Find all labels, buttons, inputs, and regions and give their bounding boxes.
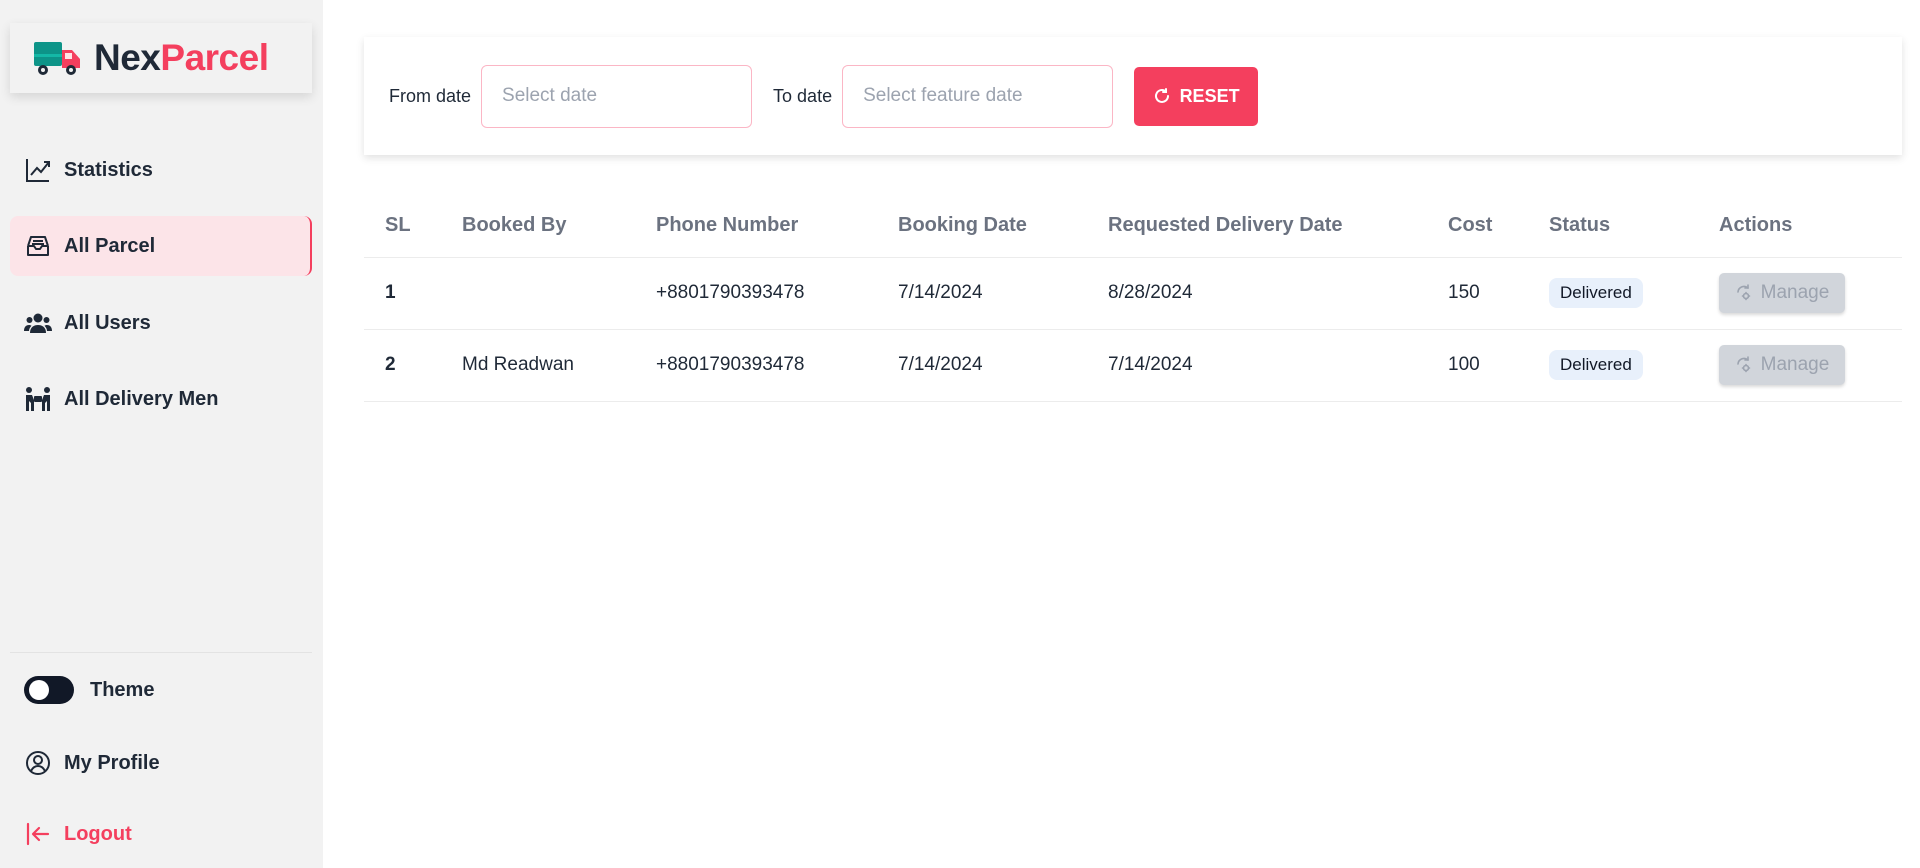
cell-status: Delivered (1549, 256, 1719, 329)
parcel-table-container: SL Booked By Phone Number Booking Date R… (364, 195, 1902, 402)
inbox-icon (24, 232, 52, 260)
manage-icon (1735, 356, 1753, 374)
theme-label: Theme (90, 678, 155, 701)
brand-name-part2: Parcel (160, 37, 269, 78)
column-header-requested-date: Requested Delivery Date (1108, 214, 1343, 237)
sidebar-item-label: All Delivery Men (64, 387, 219, 410)
users-icon (24, 309, 52, 337)
truck-icon (34, 42, 80, 75)
chart-line-icon (24, 156, 52, 184)
cell-actions: Manage (1719, 328, 1902, 402)
brand-name-part1: Nex (94, 37, 161, 78)
logout-button[interactable]: Logout (10, 804, 312, 864)
table-header-row: SL Booked By Phone Number Booking Date R… (364, 195, 1902, 257)
sidebar-divider (10, 652, 312, 653)
cell-booked-by (462, 256, 656, 329)
cell-cost: 150 (1448, 256, 1549, 329)
logout-icon (24, 820, 52, 848)
theme-toggle-row[interactable]: Theme (10, 660, 312, 720)
cell-cost: 100 (1448, 328, 1549, 402)
brand-name: NexParcel (94, 37, 269, 79)
cell-booked-by: Md Readwan (462, 328, 656, 402)
status-badge: Delivered (1549, 278, 1643, 308)
manage-label: Manage (1760, 282, 1830, 303)
to-date-label: To date (773, 85, 833, 106)
people-carry-icon (24, 385, 52, 413)
from-date-label: From date (389, 85, 472, 106)
column-header-booked-by: Booked By (462, 214, 567, 237)
sidebar: NexParcel Statistics All Parcel All User… (0, 0, 323, 868)
brand-logo[interactable]: NexParcel (10, 23, 312, 93)
user-circle-icon (24, 749, 52, 777)
sidebar-item-my-profile[interactable]: My Profile (10, 733, 312, 793)
manage-icon (1735, 284, 1753, 302)
from-date-input[interactable] (481, 64, 753, 128)
table-row: 1 +8801790393478 7/14/2024 8/28/2024 150… (364, 256, 1902, 329)
cell-actions: Manage (1719, 256, 1902, 329)
column-header-booking-date: Booking Date (898, 214, 1027, 237)
table-row: 2 Md Readwan +8801790393478 7/14/2024 7/… (364, 328, 1902, 402)
reset-label: RESET (1179, 85, 1240, 106)
sidebar-item-all-delivery-men[interactable]: All Delivery Men (10, 369, 312, 429)
sidebar-item-label: Statistics (64, 158, 153, 181)
to-date-input[interactable] (842, 64, 1114, 128)
cell-requested-date: 7/14/2024 (1108, 328, 1448, 402)
sidebar-item-label: All Users (64, 311, 151, 334)
cell-sl: 2 (364, 328, 462, 402)
logout-label: Logout (64, 822, 132, 845)
cell-phone: +8801790393478 (656, 256, 898, 329)
sidebar-item-all-parcel[interactable]: All Parcel (10, 216, 312, 276)
cell-phone: +8801790393478 (656, 328, 898, 402)
status-badge: Delivered (1549, 350, 1643, 380)
column-header-cost: Cost (1448, 214, 1493, 237)
column-header-actions: Actions (1719, 214, 1793, 237)
column-header-phone: Phone Number (656, 214, 799, 237)
theme-toggle[interactable] (24, 676, 74, 704)
cell-booking-date: 7/14/2024 (898, 256, 1108, 329)
manage-button[interactable]: Manage (1719, 345, 1845, 385)
cell-booking-date: 7/14/2024 (898, 328, 1108, 402)
date-filter-bar: From date To date RESET (364, 37, 1902, 155)
sidebar-item-label: My Profile (64, 751, 160, 774)
refresh-icon (1153, 87, 1171, 105)
reset-button[interactable]: RESET (1134, 66, 1259, 126)
cell-sl: 1 (364, 256, 462, 329)
sidebar-item-all-users[interactable]: All Users (10, 293, 312, 353)
column-header-sl: SL (385, 214, 411, 237)
cell-status: Delivered (1549, 328, 1719, 402)
cell-requested-date: 8/28/2024 (1108, 256, 1448, 329)
parcel-table: SL Booked By Phone Number Booking Date R… (364, 195, 1902, 402)
manage-button[interactable]: Manage (1719, 273, 1845, 313)
sidebar-item-label: All Parcel (64, 234, 156, 257)
sidebar-item-statistics[interactable]: Statistics (10, 140, 312, 200)
column-header-status: Status (1549, 214, 1611, 237)
manage-label: Manage (1760, 354, 1830, 375)
